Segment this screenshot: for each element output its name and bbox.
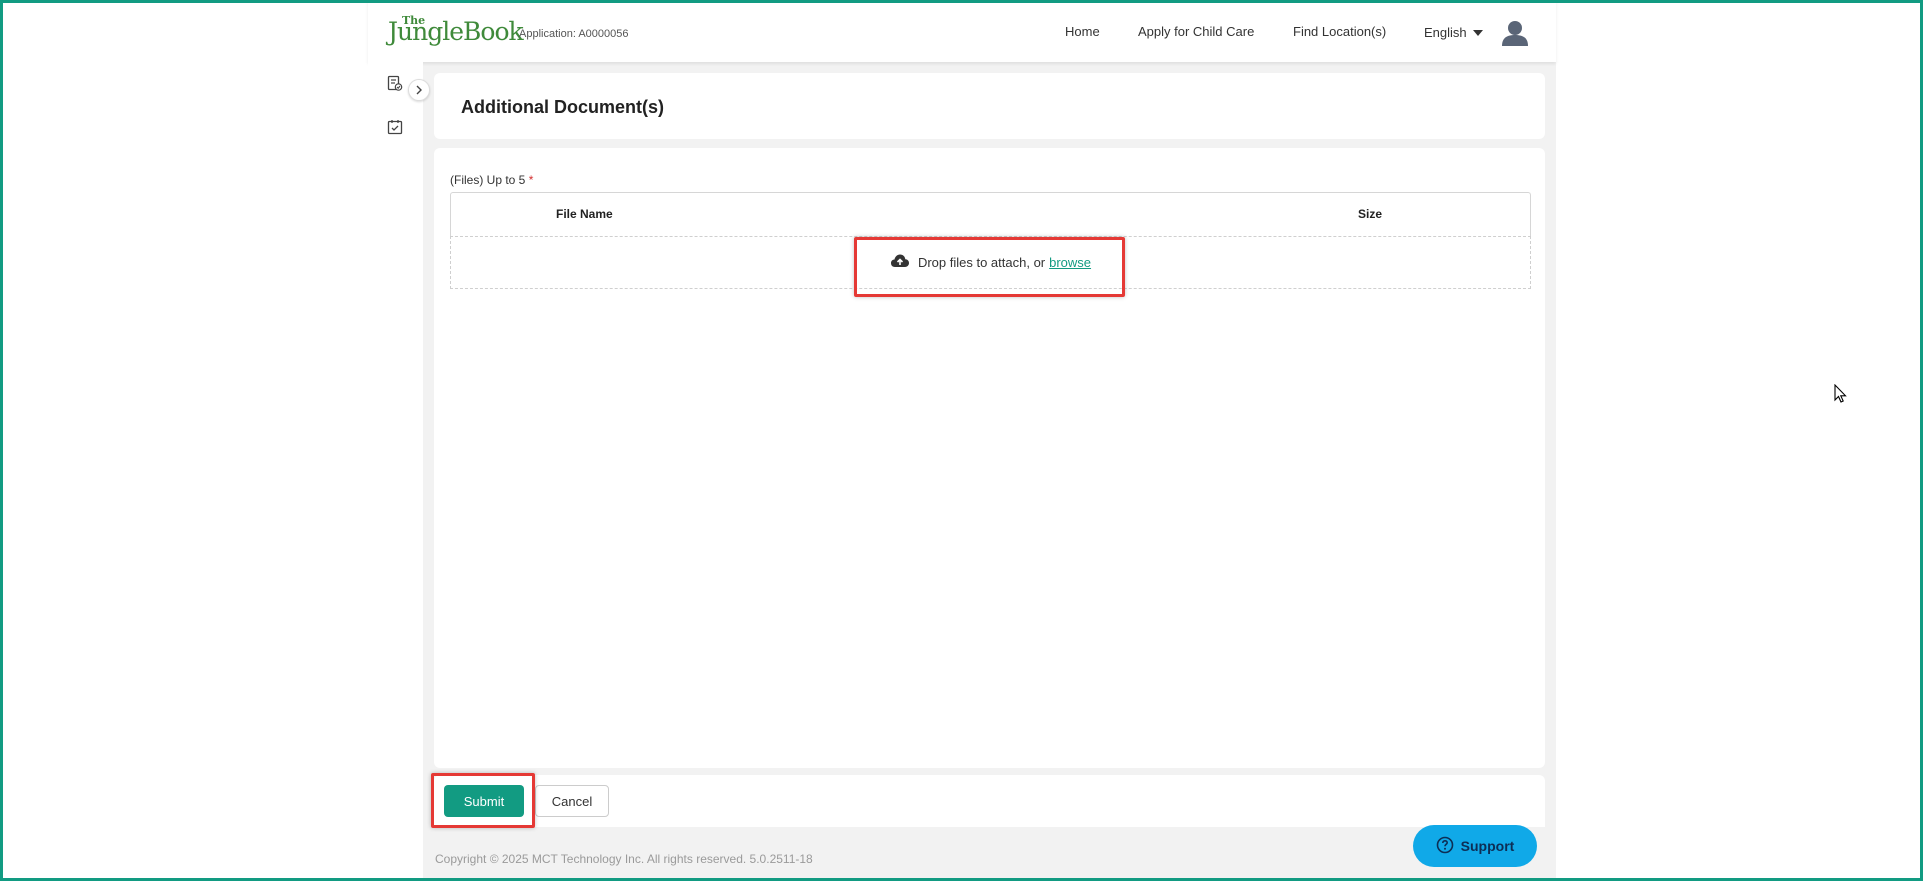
column-file-name: File Name [556, 207, 613, 221]
application-id: Application: A0000056 [519, 28, 629, 40]
calendar-check-icon[interactable] [387, 119, 403, 140]
required-mark: * [528, 173, 534, 187]
document-check-icon[interactable] [387, 75, 403, 97]
submit-button[interactable]: Submit [444, 785, 524, 817]
cloud-upload-icon [890, 253, 910, 272]
dropzone-content: Drop files to attach, or browse [451, 253, 1530, 272]
logo-main-text: JungleBook [388, 17, 524, 46]
nav-apply-child-care[interactable]: Apply for Child Care [1138, 24, 1254, 39]
files-table-header: File Name Size [450, 192, 1531, 236]
caret-down-icon [1472, 29, 1483, 36]
file-dropzone[interactable]: Drop files to attach, or browse [450, 236, 1531, 289]
files-card: (Files) Up to 5 * File Name Size Drop fi… [434, 148, 1545, 768]
files-label-text: (Files) Up to 5 [450, 173, 526, 187]
mouse-cursor-icon [1834, 383, 1848, 409]
files-label: (Files) Up to 5 * [450, 173, 533, 187]
left-rail [368, 62, 423, 881]
nav-find-locations[interactable]: Find Location(s) [1293, 24, 1386, 39]
language-label: English [1424, 25, 1467, 40]
column-size: Size [1358, 207, 1383, 221]
title-card: Additional Document(s) [434, 73, 1545, 139]
drop-files-text: Drop files to attach, or [917, 255, 1046, 270]
chevron-right-icon[interactable] [408, 79, 430, 101]
copyright-text: Copyright © 2025 MCT Technology Inc. All… [435, 852, 813, 866]
page-title: Additional Document(s) [461, 97, 664, 117]
jungle-book-logo[interactable]: The JungleBook [388, 14, 524, 50]
cancel-button[interactable]: Cancel [535, 785, 609, 817]
browse-link[interactable]: browse [1049, 255, 1091, 270]
user-avatar-icon[interactable] [1501, 20, 1529, 51]
support-label: Support [1460, 838, 1515, 854]
support-button[interactable]: Support [1413, 825, 1537, 867]
top-header: The JungleBook Application: A0000056 Hom… [368, 0, 1556, 62]
help-circle-icon [1436, 836, 1454, 857]
nav-home[interactable]: Home [1065, 24, 1100, 39]
language-selector[interactable]: English [1424, 25, 1483, 40]
